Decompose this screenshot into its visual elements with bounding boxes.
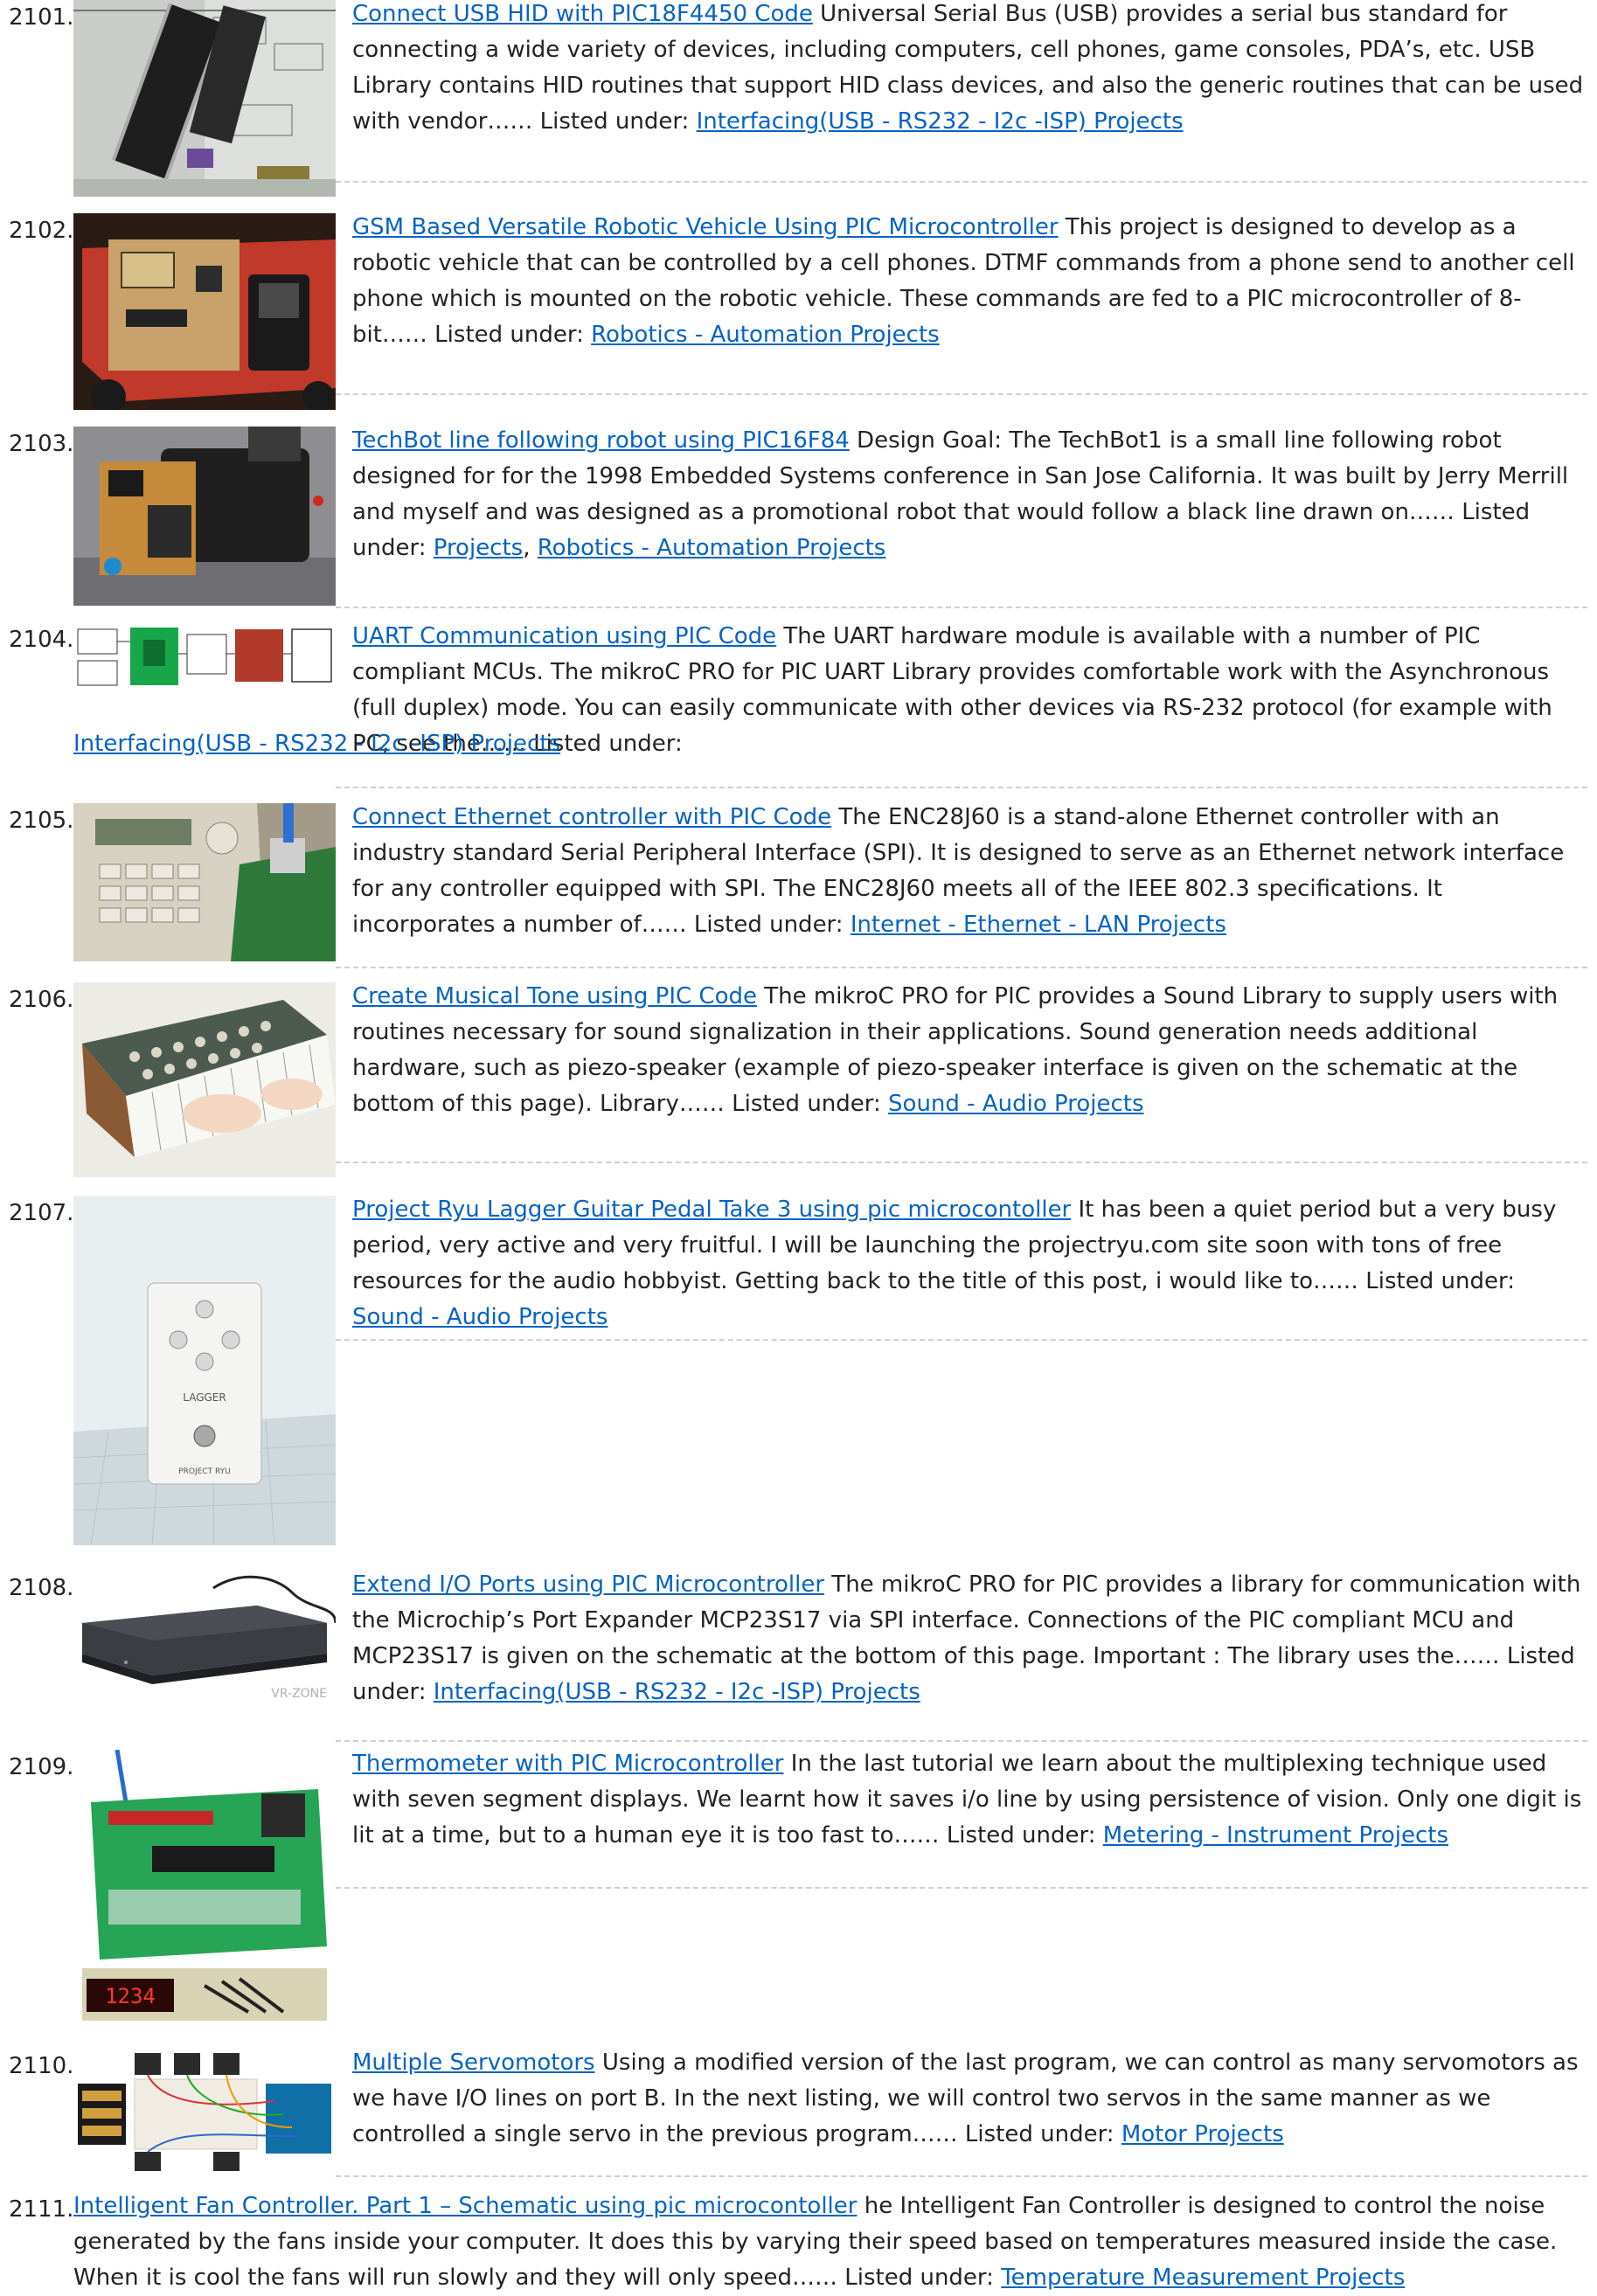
item-description: Thermometer with PIC Microcontroller In … bbox=[352, 1751, 1582, 1849]
uart-block-diagram-image[interactable] bbox=[73, 622, 336, 692]
pedal-brand: PROJECT RYU bbox=[178, 1467, 231, 1476]
item-number: 2102. bbox=[9, 218, 74, 244]
category-link[interactable]: Sound - Audio Projects bbox=[352, 1304, 608, 1330]
item-title-link[interactable]: Project Ryu Lagger Guitar Pedal Take 3 u… bbox=[352, 1197, 1071, 1223]
category-link[interactable]: Interfacing(USB - RS232 - I2c -ISP) Proj… bbox=[73, 731, 560, 757]
category-link[interactable]: Projects bbox=[434, 535, 524, 561]
item-description: Project Ryu Lagger Guitar Pedal Take 3 u… bbox=[352, 1197, 1557, 1330]
item-number: 2105. bbox=[9, 808, 74, 834]
item-description: Multiple Servomotors Using a modified ve… bbox=[352, 2050, 1579, 2147]
item-description: Create Musical Tone using PIC Code The m… bbox=[352, 983, 1559, 1117]
category-link[interactable]: Motor Projects bbox=[1121, 2121, 1284, 2147]
list-item: 2111. Intelligent Fan Controller. Part 1… bbox=[0, 2192, 1597, 2294]
techbot-robot-image[interactable] bbox=[73, 427, 336, 606]
item-number: 2106. bbox=[9, 987, 74, 1013]
gsm-robot-vehicle-image[interactable] bbox=[73, 213, 336, 410]
item-divider bbox=[336, 607, 1587, 608]
item-number: 2103. bbox=[9, 431, 74, 457]
list-item: 2105. Connect Ethernet controller with P… bbox=[0, 803, 1597, 965]
item-title-link[interactable]: TechBot line following robot using PIC16… bbox=[352, 427, 850, 454]
list-item: 2103. TechBot line following robot using… bbox=[0, 427, 1597, 606]
list-item: 2108. VR-ZONE Extend I/O Ports using PIC… bbox=[0, 1571, 1597, 1710]
pedal-label: LAGGER bbox=[183, 1391, 226, 1404]
category-link[interactable]: Sound - Audio Projects bbox=[888, 1091, 1143, 1117]
category-link[interactable]: Metering - Instrument Projects bbox=[1103, 1822, 1448, 1849]
synthesizer-image[interactable] bbox=[73, 982, 336, 1177]
item-number: 2101. bbox=[9, 4, 74, 31]
item-number: 2111. bbox=[9, 2196, 74, 2223]
item-description: Connect Ethernet controller with PIC Cod… bbox=[352, 804, 1565, 938]
item-description: Intelligent Fan Controller. Part 1 – Sch… bbox=[73, 2193, 1558, 2291]
external-drive-image[interactable]: VR-ZONE bbox=[73, 1571, 336, 1702]
pic-dev-board-image[interactable]: 1234 bbox=[73, 1750, 336, 2025]
list-item: 2107. LAGGER PROJECT RYU Project Ryu Lag… bbox=[0, 1196, 1597, 1545]
item-divider bbox=[336, 2175, 1587, 2177]
item-divider bbox=[336, 1339, 1587, 1341]
item-description: Connect USB HID with PIC18F4450 Code Uni… bbox=[352, 1, 1584, 135]
item-number: 2104. bbox=[9, 627, 74, 653]
servo-breadboard-image[interactable] bbox=[73, 2049, 336, 2174]
ethernet-board-image[interactable] bbox=[73, 803, 336, 961]
category-link[interactable]: Interfacing(USB - RS232 - I2c -ISP) Proj… bbox=[697, 108, 1184, 135]
item-divider bbox=[336, 1162, 1587, 1163]
item-title-link[interactable]: Create Musical Tone using PIC Code bbox=[352, 983, 757, 1009]
item-number: 2108. bbox=[9, 1575, 74, 1601]
item-divider bbox=[336, 181, 1587, 183]
item-title-link[interactable]: Intelligent Fan Controller. Part 1 – Sch… bbox=[73, 2193, 857, 2219]
item-title-link[interactable]: Multiple Servomotors bbox=[352, 2050, 595, 2076]
item-number: 2110. bbox=[9, 2053, 74, 2079]
item-description: GSM Based Versatile Robotic Vehicle Usin… bbox=[352, 214, 1575, 348]
item-title-link[interactable]: Connect USB HID with PIC18F4450 Code bbox=[352, 1, 813, 27]
item-divider bbox=[336, 787, 1587, 788]
item-category-line: Interfacing(USB - RS232 - I2c -ISP) Proj… bbox=[73, 726, 1587, 762]
watermark-text: VR-ZONE bbox=[271, 1687, 327, 1701]
item-divider bbox=[336, 967, 1587, 968]
category-link[interactable]: Interfacing(USB - RS232 - I2c -ISP) Proj… bbox=[434, 1679, 920, 1705]
item-title-link[interactable]: Connect Ethernet controller with PIC Cod… bbox=[352, 804, 831, 830]
guitar-pedal-image[interactable]: LAGGER PROJECT RYU bbox=[73, 1196, 336, 1545]
category-link[interactable]: Robotics - Automation Projects bbox=[591, 322, 940, 348]
category-link[interactable]: Robotics - Automation Projects bbox=[538, 535, 886, 561]
item-number: 2109. bbox=[9, 1754, 74, 1780]
usb-hid-chips-image[interactable] bbox=[73, 0, 336, 197]
list-item: 2101. Connect USB HID with PIC18F4450 Co… bbox=[0, 0, 1597, 197]
item-description: Extend I/O Ports using PIC Microcontroll… bbox=[352, 1571, 1581, 1705]
category-link[interactable]: Internet - Ethernet - LAN Projects bbox=[851, 912, 1226, 938]
item-title-link[interactable]: Thermometer with PIC Microcontroller bbox=[352, 1751, 784, 1777]
item-number: 2107. bbox=[9, 1200, 74, 1226]
item-description: TechBot line following robot using PIC16… bbox=[352, 427, 1569, 561]
seven-segment-readout: 1234 bbox=[105, 1984, 156, 2008]
item-divider bbox=[336, 1887, 1587, 1889]
item-title-link[interactable]: GSM Based Versatile Robotic Vehicle Usin… bbox=[352, 214, 1059, 240]
list-item: 2106. Create Musical Tone using PIC Code… bbox=[0, 982, 1597, 1179]
list-item: 2102. GSM Based Versatile Robotic Vehicl… bbox=[0, 213, 1597, 410]
item-title-link[interactable]: Extend I/O Ports using PIC Microcontroll… bbox=[352, 1571, 824, 1598]
item-divider bbox=[336, 393, 1587, 395]
item-divider bbox=[336, 1740, 1587, 1742]
category-link[interactable]: Temperature Measurement Projects bbox=[1001, 2265, 1405, 2291]
list-item: 2104. UART Communication using PIC Code … bbox=[0, 622, 1597, 766]
list-item: 2110. Multiple Servomotors Using a modif… bbox=[0, 2049, 1597, 2180]
item-title-link[interactable]: UART Communication using PIC Code bbox=[352, 623, 776, 649]
